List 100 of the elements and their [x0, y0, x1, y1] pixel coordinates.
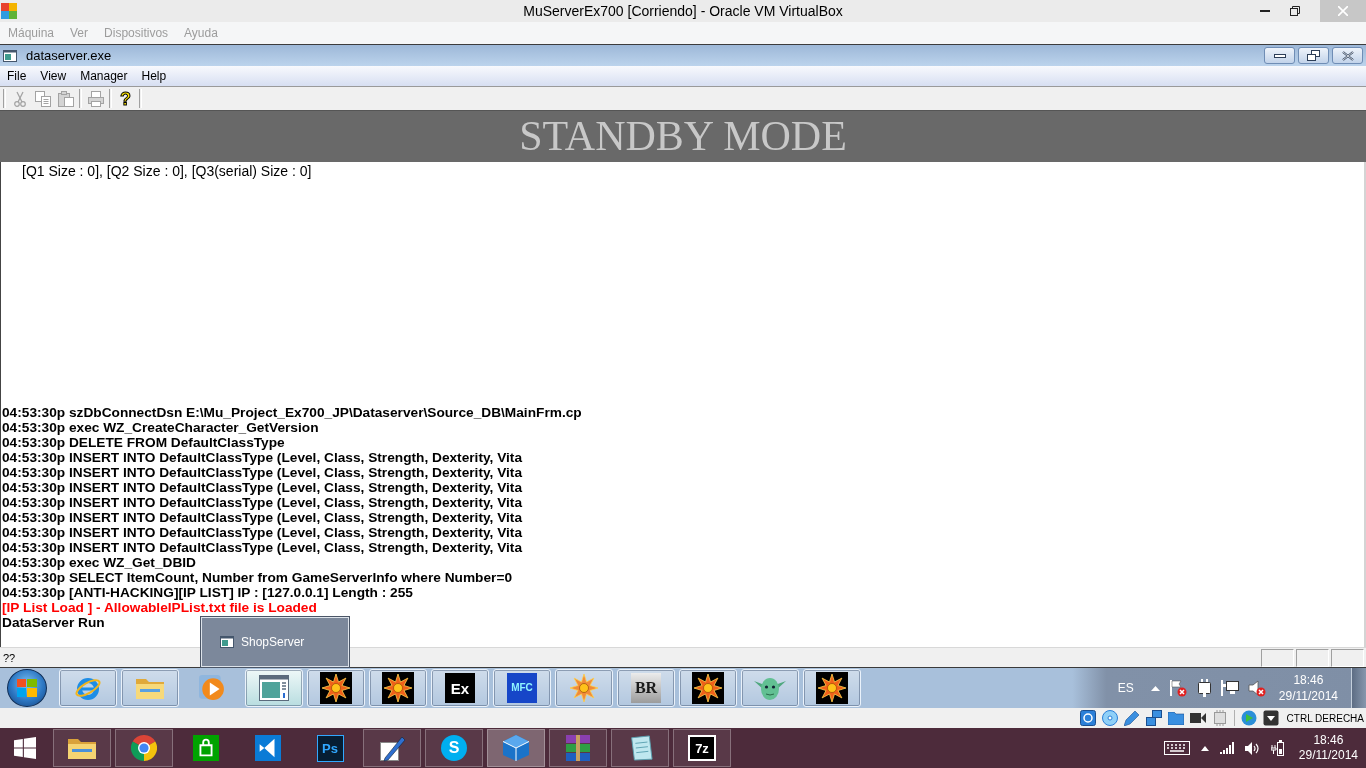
window-preview-button[interactable]: ShopServer — [201, 617, 349, 667]
language-button[interactable]: ES — [1109, 681, 1142, 695]
battery-icon[interactable] — [1270, 740, 1284, 756]
letter-logo: Ex — [445, 673, 475, 703]
app-icon — [1, 3, 17, 19]
log-line: 04:53:30p INSERT INTO DefaultClassType (Level, Class, Strength, Dexterity, Vita — [2, 480, 523, 495]
minimize-icon — [1260, 10, 1270, 12]
menu-item[interactable]: Manager — [73, 69, 135, 83]
star-emblem-icon — [692, 672, 724, 704]
network-icon[interactable] — [1220, 680, 1239, 696]
log-line: 04:53:30p INSERT INTO DefaultClassType (Level, Class, Strength, Dexterity, Vita — [2, 525, 523, 540]
status-panel — [1296, 648, 1329, 667]
taskbar-button[interactable] — [369, 669, 427, 707]
taskbar-button[interactable] — [803, 669, 861, 707]
folder-icon — [68, 737, 96, 759]
letter-logo: 7z — [688, 735, 716, 761]
window-title: dataserver.exe — [26, 48, 112, 63]
close-button[interactable] — [1332, 47, 1363, 64]
network-icon[interactable] — [1145, 710, 1162, 726]
window-icon — [259, 675, 289, 701]
start-button[interactable] — [7, 669, 47, 707]
plug-icon[interactable] — [1195, 679, 1212, 697]
log-line: 04:53:30p exec WZ_Get_DBID — [2, 555, 196, 570]
menu-item[interactable]: File — [0, 69, 34, 83]
volume-icon[interactable] — [1244, 741, 1260, 755]
log-line: 04:53:30p szDbConnectDsn E:\Mu_Project_Ex700_JP\Dataserver\Source_DB\MainFrm.cp — [2, 405, 582, 420]
letter-logo: BR — [631, 673, 661, 703]
pen-icon[interactable] — [1123, 710, 1140, 726]
log-line: 04:53:30p exec WZ_CreateCharacter_GetVersion — [2, 420, 319, 435]
mode-banner: STANDBY MODE — [0, 111, 1366, 162]
menu-item[interactable]: View — [33, 69, 74, 83]
star-emblem-icon — [568, 672, 600, 704]
log-line: 04:53:30p [ANTI-HACKING][IP LIST] IP : [127.0.0.1] Length : 255 — [2, 585, 413, 600]
folder-icon[interactable] — [1167, 711, 1184, 725]
taskbar-button[interactable] — [679, 669, 737, 707]
play-icon — [199, 675, 225, 701]
shopping-bag-icon — [193, 735, 219, 761]
log-line: [IP List Load ] - AllowableIPList.txt file is Loaded — [2, 600, 317, 615]
log-line: DataServer Run — [2, 615, 105, 630]
show-desktop-button[interactable] — [1351, 668, 1366, 708]
close-icon — [1338, 6, 1348, 16]
status-text: ?? — [2, 651, 16, 664]
speaker-muted-icon[interactable] — [1247, 679, 1266, 697]
cube-icon — [502, 734, 530, 762]
log-line: 04:53:30p INSERT INTO DefaultClassType (Level, Class, Strength, Dexterity, Vita — [2, 540, 523, 555]
restore-button[interactable] — [1298, 47, 1329, 64]
window-title: MuServerEx700 [Corriendo] - Oracle VM VirtualBox — [523, 3, 843, 19]
host-key-label: CTRL DERECHA — [1286, 712, 1364, 724]
flag-icon[interactable] — [1168, 679, 1187, 697]
status-panel — [1261, 648, 1294, 667]
letter-logo: S — [441, 735, 467, 761]
window-icon — [220, 636, 234, 648]
log-line: 04:53:30p INSERT INTO DefaultClassType (Level, Class, Strength, Dexterity, Vita — [2, 510, 523, 525]
log-line: 04:53:30p DELETE FROM DefaultClassType — [2, 435, 285, 450]
queue-status: [Q1 Size : 0], [Q2 Size : 0], [Q3(serial) Size : 0] — [21, 162, 312, 179]
folder-icon — [136, 677, 164, 699]
taskbar-button[interactable] — [307, 669, 365, 707]
star-emblem-icon — [320, 672, 352, 704]
log-line: 04:53:30p INSERT INTO DefaultClassType (Level, Class, Strength, Dexterity, Vita — [2, 495, 523, 510]
minimize-icon — [1273, 53, 1286, 58]
letter-logo: MFC — [507, 673, 537, 703]
clipboard-icon — [57, 90, 74, 107]
taskbar-button[interactable]: 7z — [673, 729, 731, 767]
arrow-down-icon[interactable] — [1262, 710, 1279, 726]
signal-icon[interactable] — [1219, 742, 1234, 754]
windows-logo-icon — [17, 679, 37, 697]
pen-icon — [378, 734, 406, 762]
taskbar-button[interactable]: Ps — [301, 729, 359, 767]
minimize-button[interactable] — [1264, 47, 1295, 64]
status-panel — [1331, 648, 1364, 667]
restore-icon — [1307, 50, 1320, 61]
copy-icon — [34, 90, 51, 107]
letter-logo: Ps — [316, 734, 344, 762]
globe-icon[interactable] — [1240, 710, 1257, 726]
creature-head-icon — [754, 675, 786, 701]
printer-icon — [87, 90, 104, 107]
close-icon — [1341, 50, 1354, 61]
taskbar-button[interactable]: BR — [617, 669, 675, 707]
windows-logo-icon — [13, 737, 36, 759]
menu-item[interactable]: Help — [134, 69, 174, 83]
bow-icon — [255, 735, 281, 761]
optical-disc-icon[interactable] — [1101, 710, 1118, 726]
camera-icon[interactable] — [1189, 713, 1206, 723]
star-emblem-icon — [382, 672, 414, 704]
keyboard-icon[interactable] — [1163, 741, 1190, 755]
scissors-icon — [13, 90, 26, 107]
clock-button[interactable]: 18:46 29/11/2014 — [1274, 672, 1342, 704]
log-line: 04:53:30p SELECT ItemCount, Number from GameServerInfo where Number=0 — [2, 570, 512, 585]
restore-icon — [1290, 6, 1300, 16]
segmented-circle-icon — [131, 735, 157, 761]
show-hidden-icons-button[interactable] — [1150, 685, 1160, 691]
caret-up-icon[interactable] — [1200, 745, 1209, 751]
hard-disk-icon[interactable] — [1079, 710, 1096, 726]
books-icon — [564, 735, 592, 761]
taskbar-button[interactable]: MFC — [493, 669, 551, 707]
log-line: 04:53:30p INSERT INTO DefaultClassType (Level, Class, Strength, Dexterity, Vita — [2, 450, 523, 465]
clock-button[interactable]: 18:46 29/11/2014 — [1294, 733, 1362, 763]
window-icon — [3, 49, 17, 62]
star-emblem-icon — [816, 672, 848, 704]
taskbar-button[interactable]: Ex — [431, 669, 489, 707]
